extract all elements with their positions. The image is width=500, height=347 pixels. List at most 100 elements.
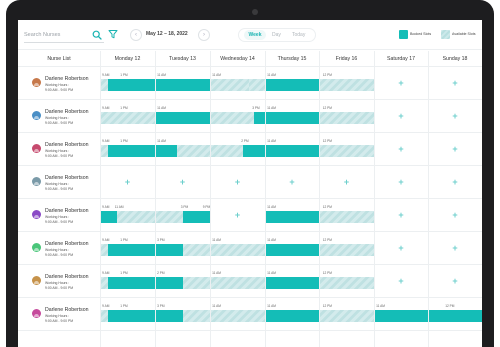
booked-slot[interactable] [155, 79, 210, 91]
booked-slot[interactable] [155, 112, 210, 124]
nurse-info[interactable]: Darlene Robertson Working Hours :9:00 AM … [18, 167, 100, 199]
slot-time-label: 11 AM [212, 304, 221, 308]
booked-slot[interactable] [108, 277, 155, 289]
available-slot[interactable] [248, 79, 265, 91]
available-slot[interactable] [319, 145, 374, 157]
add-slot-button[interactable]: + [396, 177, 406, 187]
slot-time-label: 11 AM [267, 73, 276, 77]
available-slot[interactable] [319, 112, 374, 124]
slot-time-label: 3 PM [157, 304, 165, 308]
next-week-button[interactable]: › [198, 29, 210, 41]
prev-week-button[interactable]: ‹ [130, 29, 142, 41]
add-slot-button[interactable]: + [450, 177, 460, 187]
available-slot[interactable] [210, 244, 265, 256]
available-slot[interactable] [319, 277, 374, 289]
available-slot[interactable] [100, 277, 109, 289]
available-slot[interactable] [210, 79, 249, 91]
add-slot-button[interactable]: + [233, 210, 243, 220]
add-slot-button[interactable]: + [450, 111, 460, 121]
booked-slot[interactable] [265, 277, 319, 289]
add-slot-button[interactable]: + [287, 177, 297, 187]
slot-time-label: 11 AM [267, 238, 276, 242]
booked-slot[interactable] [155, 310, 183, 322]
available-slot[interactable] [100, 145, 109, 157]
booked-slot[interactable] [265, 310, 319, 322]
view-today-tab[interactable]: Today [292, 32, 305, 38]
working-hours-value: 9:00 AM - 9:00 PM [45, 187, 74, 191]
booked-slot[interactable] [108, 79, 155, 91]
available-slot[interactable] [182, 310, 210, 322]
available-slot[interactable] [210, 310, 265, 322]
view-day-tab[interactable]: Day [272, 32, 281, 38]
filter-icon[interactable] [108, 29, 118, 39]
booked-slot[interactable] [108, 310, 155, 322]
booked-slot[interactable] [254, 112, 265, 124]
nurse-info[interactable]: Darlene Robertson Working Hours :9:00 AM … [18, 134, 100, 166]
available-slot[interactable] [177, 145, 210, 157]
available-slot[interactable] [319, 244, 374, 256]
add-slot-button[interactable]: + [123, 177, 133, 187]
nurse-info[interactable]: Darlene Robertson Working Hours :9:00 AM … [18, 200, 100, 232]
nurse-info[interactable]: Darlene Robertson Working Hours :9:00 AM … [18, 299, 100, 331]
booked-slot[interactable] [108, 244, 155, 256]
add-slot-button[interactable]: + [342, 177, 352, 187]
add-slot-button[interactable]: + [178, 177, 188, 187]
available-slot[interactable] [182, 244, 210, 256]
booked-slot[interactable] [374, 310, 428, 322]
available-slot[interactable] [210, 112, 254, 124]
working-hours-value: 9:00 AM - 9:00 PM [45, 154, 74, 158]
available-slot[interactable] [210, 145, 243, 157]
nurse-row: Darlene Robertson Working Hours :9:00 AM … [18, 299, 482, 331]
add-slot-button[interactable]: + [450, 243, 460, 253]
nurse-name: Darlene Robertson [45, 241, 89, 247]
booked-slot[interactable] [182, 211, 210, 223]
available-slot[interactable] [155, 211, 183, 223]
booked-slot[interactable] [265, 79, 319, 91]
add-slot-button[interactable]: + [450, 78, 460, 88]
booked-slot[interactable] [265, 211, 319, 223]
nurse-row: Darlene Robertson Working Hours :9:00 AM … [18, 68, 482, 100]
nurse-info[interactable]: Darlene Robertson Working Hours :9:00 AM … [18, 101, 100, 133]
available-slot[interactable] [182, 277, 210, 289]
available-slot[interactable] [100, 244, 109, 256]
toolbar: ‹ May 12 – 18, 2022 › Week Day Today Boo… [18, 20, 482, 50]
booked-slot[interactable] [155, 277, 183, 289]
slot-time-label: 9 AM [102, 271, 110, 275]
add-slot-button[interactable]: + [396, 210, 406, 220]
booked-slot[interactable] [155, 145, 177, 157]
column-divider [428, 51, 429, 347]
booked-slot[interactable] [100, 211, 117, 223]
add-slot-button[interactable]: + [396, 144, 406, 154]
booked-slot[interactable] [265, 112, 319, 124]
search-icon[interactable] [92, 30, 102, 40]
booked-slot[interactable] [243, 145, 265, 157]
add-slot-button[interactable]: + [396, 78, 406, 88]
add-slot-button[interactable]: + [396, 111, 406, 121]
available-slot[interactable] [210, 277, 265, 289]
slot-time-label: 11 AM [212, 271, 221, 275]
add-slot-button[interactable]: + [233, 177, 243, 187]
add-slot-button[interactable]: + [450, 276, 460, 286]
booked-slot[interactable] [428, 310, 482, 322]
available-slot[interactable] [319, 211, 374, 223]
nurse-info[interactable]: Darlene Robertson Working Hours :9:00 AM … [18, 233, 100, 265]
booked-slot[interactable] [265, 244, 319, 256]
column-divider [210, 51, 211, 347]
booked-slot[interactable] [265, 145, 319, 157]
add-slot-button[interactable]: + [396, 276, 406, 286]
add-slot-button[interactable]: + [450, 210, 460, 220]
add-slot-button[interactable]: + [450, 144, 460, 154]
booked-slot[interactable] [155, 244, 183, 256]
available-slot[interactable] [100, 79, 109, 91]
available-slot[interactable] [100, 112, 155, 124]
available-slot[interactable] [100, 310, 109, 322]
nurse-info[interactable]: Darlene Robertson Working Hours :9:00 AM … [18, 266, 100, 298]
view-week-tab[interactable]: Week [244, 30, 266, 40]
nurse-info[interactable]: Darlene Robertson Working Hours :9:00 AM … [18, 68, 100, 100]
search-input[interactable] [24, 28, 88, 42]
booked-slot[interactable] [108, 145, 155, 157]
add-slot-button[interactable]: + [396, 243, 406, 253]
available-slot[interactable] [319, 310, 374, 322]
available-slot[interactable] [319, 79, 374, 91]
available-slot[interactable] [116, 211, 155, 223]
